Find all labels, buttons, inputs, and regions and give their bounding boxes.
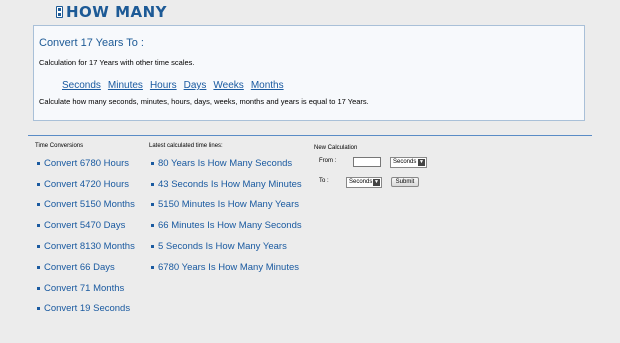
bullet-icon	[151, 203, 154, 207]
list-item[interactable]: Convert 6780 Hours	[37, 153, 135, 174]
bullet-icon	[37, 203, 40, 207]
list-item[interactable]: Convert 8130 Months	[37, 236, 135, 257]
timeline-link[interactable]: 43 Seconds Is How Many Minutes	[158, 179, 302, 190]
list-item[interactable]: Convert 4720 Hours	[37, 174, 135, 195]
list-item[interactable]: Convert 71 Months	[37, 278, 135, 299]
bullet-icon	[151, 245, 154, 249]
list-item[interactable]: 5150 Minutes Is How Many Years	[151, 195, 302, 216]
from-unit-select[interactable]: Seconds ▼	[390, 157, 427, 168]
submit-button[interactable]: Submit	[391, 177, 419, 187]
list-item[interactable]: 43 Seconds Is How Many Minutes	[151, 174, 302, 195]
bullet-icon	[151, 161, 154, 165]
site-logo[interactable]: HOW MANY	[56, 3, 168, 21]
bullet-icon	[37, 182, 40, 186]
conversion-link[interactable]: Convert 5150 Months	[44, 199, 135, 210]
conversion-link[interactable]: Convert 66 Days	[44, 262, 115, 273]
to-label: To :	[319, 178, 329, 184]
logo-text: HOW MANY	[66, 3, 168, 21]
bullet-icon	[151, 224, 154, 228]
bullet-icon	[37, 286, 40, 290]
unit-links: Seconds Minutes Hours Days Weeks Months	[62, 80, 291, 91]
list-item[interactable]: 80 Years Is How Many Seconds	[151, 153, 302, 174]
list-item[interactable]: Convert 5150 Months	[37, 195, 135, 216]
list-item[interactable]: Convert 19 Seconds	[37, 299, 135, 320]
list-item[interactable]: 5 Seconds Is How Many Years	[151, 236, 302, 257]
unit-link-weeks[interactable]: Weeks	[213, 80, 243, 91]
intro-description: Calculate how many seconds, minutes, hou…	[39, 97, 369, 106]
unit-link-minutes[interactable]: Minutes	[108, 80, 143, 91]
bullet-icon	[37, 307, 40, 311]
list-item[interactable]: 66 Minutes Is How Many Seconds	[151, 215, 302, 236]
unit-link-months[interactable]: Months	[251, 80, 284, 91]
from-label: From :	[319, 158, 337, 164]
bullet-icon	[151, 265, 154, 269]
page-title: Convert 17 Years To :	[39, 37, 144, 49]
chevron-down-icon: ▼	[373, 179, 380, 186]
unit-link-days[interactable]: Days	[184, 80, 207, 91]
timeline-link[interactable]: 66 Minutes Is How Many Seconds	[158, 220, 302, 231]
conversion-link[interactable]: Convert 5470 Days	[44, 220, 125, 231]
timeline-link[interactable]: 5 Seconds Is How Many Years	[158, 241, 287, 252]
latest-list: 80 Years Is How Many Seconds 43 Seconds …	[151, 153, 302, 278]
conversion-link[interactable]: Convert 19 Seconds	[44, 303, 130, 314]
section-divider	[28, 135, 592, 136]
timeline-link[interactable]: 6780 Years Is How Many Minutes	[158, 262, 299, 273]
from-value-input[interactable]	[353, 157, 381, 167]
intro-subtitle: Calculation for 17 Years with other time…	[39, 58, 195, 67]
unit-link-hours[interactable]: Hours	[150, 80, 177, 91]
list-item[interactable]: Convert 66 Days	[37, 257, 135, 278]
timeline-link[interactable]: 80 Years Is How Many Seconds	[158, 158, 292, 169]
list-item[interactable]: Convert 5470 Days	[37, 215, 135, 236]
time-conversions-list: Convert 6780 Hours Convert 4720 Hours Co…	[37, 153, 135, 319]
conversion-link[interactable]: Convert 8130 Months	[44, 241, 135, 252]
latest-heading: Latest calculated time lines:	[149, 143, 223, 149]
from-unit-value: Seconds	[393, 159, 417, 165]
list-item[interactable]: 6780 Years Is How Many Minutes	[151, 257, 302, 278]
new-calculation-heading: New Calculation	[314, 145, 358, 151]
conversion-intro-panel: Convert 17 Years To : Calculation for 17…	[33, 25, 585, 121]
conversion-link[interactable]: Convert 4720 Hours	[44, 179, 129, 190]
bullet-icon	[37, 161, 40, 165]
bullet-icon	[37, 245, 40, 249]
timeline-link[interactable]: 5150 Minutes Is How Many Years	[158, 199, 299, 210]
conversion-link[interactable]: Convert 71 Months	[44, 283, 124, 294]
bullet-icon	[37, 224, 40, 228]
to-unit-select[interactable]: Seconds ▼	[346, 177, 382, 188]
chevron-down-icon: ▼	[418, 159, 425, 166]
calculator-icon	[56, 6, 63, 18]
bullet-icon	[37, 265, 40, 269]
to-unit-value: Seconds	[349, 179, 373, 185]
conversion-link[interactable]: Convert 6780 Hours	[44, 158, 129, 169]
unit-link-seconds[interactable]: Seconds	[62, 80, 101, 91]
time-conversions-heading: Time Conversions	[35, 143, 84, 149]
bullet-icon	[151, 182, 154, 186]
